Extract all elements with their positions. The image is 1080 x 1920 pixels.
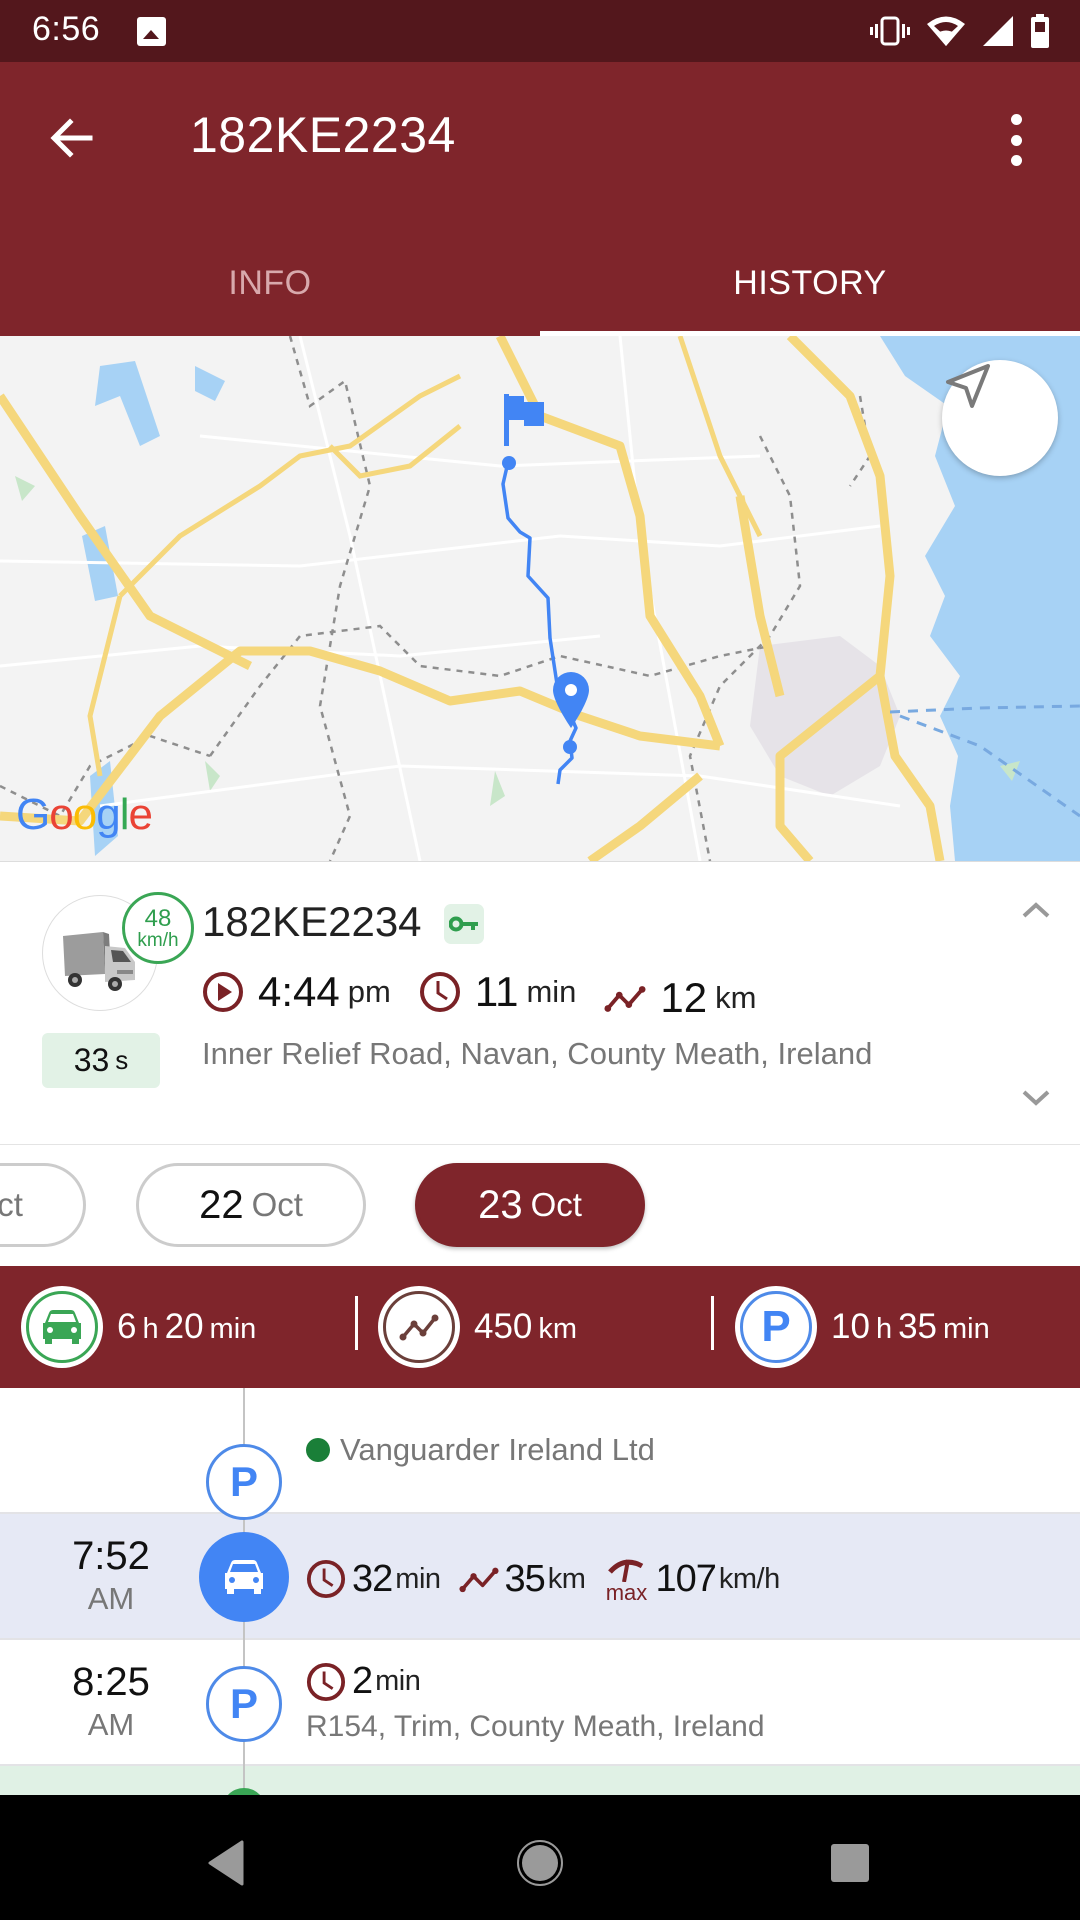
date-pill-21-oct[interactable]: 21Oct: [0, 1163, 86, 1247]
battery-icon: [1031, 14, 1049, 48]
tab-info[interactable]: INFO: [0, 230, 540, 336]
status-icons: [870, 13, 1050, 49]
summary-divider: [355, 1296, 358, 1350]
idle-time-badge: 33 s: [42, 1033, 160, 1088]
max-speed-icon: max: [603, 1552, 649, 1606]
date-pill-22-oct[interactable]: 22 Oct: [136, 1163, 366, 1247]
status-dot: [306, 1438, 330, 1462]
duration-stat: 11 min: [419, 968, 576, 1016]
play-circle-icon: [203, 972, 243, 1012]
navigation-fab[interactable]: [942, 360, 1058, 476]
driving-time-summary: 6 h 20 min: [21, 1286, 262, 1368]
image-notification-icon: [137, 17, 166, 46]
timeline-item-parking[interactable]: P Vanguarder Ireland Ltd: [0, 1388, 1080, 1514]
drive-node: [199, 1532, 289, 1622]
timeline-item-drive[interactable]: 7:52 AM 32 min 35 km max 107 km/h: [0, 1514, 1080, 1640]
clock-icon: [306, 1662, 346, 1701]
wifi-icon: [927, 16, 965, 46]
vehicle-plate: 182KE2234: [202, 898, 422, 945]
back-button[interactable]: [44, 110, 100, 166]
clock-icon: [419, 972, 460, 1012]
distance-summary: 450 km: [378, 1286, 583, 1368]
timeline-item-parking[interactable]: 8:25 AM P 2min R154, Trim, County Meath,…: [0, 1640, 1080, 1766]
more-vertical-icon: [1010, 114, 1022, 125]
vehicle-address: Inner Relief Road, Navan, County Meath, …: [202, 1036, 873, 1071]
expand-button[interactable]: [1018, 1086, 1054, 1110]
google-logo: Google: [16, 790, 153, 839]
start-time-stat: 4:44 pm: [202, 968, 391, 1016]
parking-node: P: [206, 1666, 282, 1742]
trip-timeline[interactable]: P Vanguarder Ireland Ltd 7:52 AM 32min 3…: [0, 1388, 1080, 1795]
date-selector[interactable]: 21Oct 22Oct 23Oct: [0, 1145, 1080, 1266]
nav-back-button[interactable]: [196, 1833, 256, 1893]
daily-summary-bar: 6 h 20 min 450 km P 10 h 35 min: [0, 1266, 1080, 1388]
chevron-up-icon: [1022, 902, 1050, 918]
nav-recents-button[interactable]: [820, 1833, 880, 1893]
square-recents-icon: [831, 1844, 869, 1882]
system-nav-bar: [0, 1795, 1080, 1920]
route-start-dot: [502, 456, 516, 470]
parking-node: P: [206, 1444, 282, 1520]
parking-address: R154, Trim, County Meath, Ireland: [306, 1710, 765, 1743]
status-time: 6:56: [32, 10, 101, 48]
tab-history[interactable]: HISTORY: [540, 230, 1080, 336]
route-line-icon: [458, 1567, 499, 1593]
place-name: Vanguarder Ireland Ltd: [340, 1432, 655, 1467]
timeline-item-next[interactable]: [0, 1766, 1080, 1795]
chevron-down-icon: [1022, 1090, 1050, 1106]
start-flag-icon[interactable]: [504, 394, 548, 446]
trip-stats: 4:44 pm 11 min 12 km: [202, 968, 784, 1022]
parking-icon: P: [761, 1302, 791, 1351]
page-title: 182KE2234: [190, 107, 456, 163]
vibrate-icon: [870, 16, 910, 46]
navigation-arrow-icon: [946, 364, 990, 408]
speed-badge: 48 km/h: [122, 892, 194, 964]
vehicle-card[interactable]: 48 km/h 33 s 182KE2234 4:44 pm 11 min 12 km …: [0, 861, 1080, 1145]
key-icon: [449, 916, 478, 932]
map-view[interactable]: Google: [0, 336, 1080, 861]
nav-home-button[interactable]: [510, 1833, 570, 1893]
speedometer-icon: [608, 1559, 644, 1582]
end-pin-icon[interactable]: [551, 672, 591, 728]
car-icon: [225, 1560, 263, 1594]
route-end-dot: [563, 740, 577, 754]
clock-icon: [306, 1559, 346, 1599]
circle-home-icon: [517, 1840, 563, 1886]
collapse-button[interactable]: [1018, 898, 1054, 922]
ignition-badge: [444, 904, 484, 944]
tab-bar: INFO HISTORY: [0, 230, 1080, 336]
more-options-button[interactable]: [998, 110, 1034, 170]
app-bar: 182KE2234 INFO HISTORY: [0, 62, 1080, 336]
arrow-back-icon: [50, 118, 93, 158]
route-line-icon: [604, 986, 646, 1012]
parking-time-summary: P 10 h 35 min: [735, 1286, 996, 1368]
status-bar: 6:56: [0, 0, 1080, 62]
summary-divider: [711, 1296, 714, 1350]
signal-icon: [983, 16, 1013, 46]
date-pill-23-oct[interactable]: 23 Oct: [415, 1163, 645, 1247]
triangle-back-icon: [208, 1840, 244, 1886]
distance-stat: 12 km: [604, 974, 756, 1022]
